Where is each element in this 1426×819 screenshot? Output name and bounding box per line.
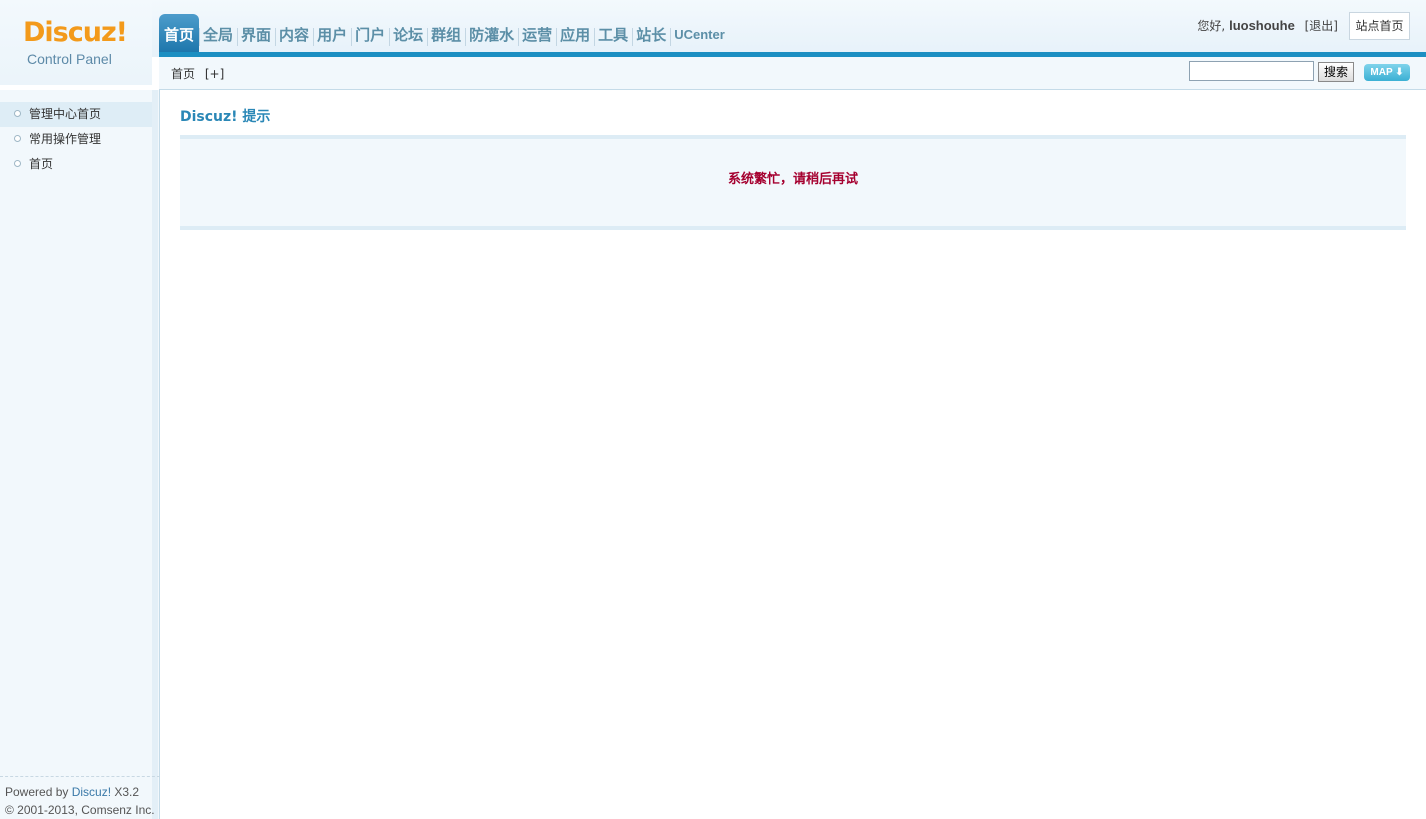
- nav-home[interactable]: 首页: [159, 14, 200, 52]
- add-shortcut-button[interactable]: [+]: [205, 67, 224, 81]
- discuz-link[interactable]: Discuz!: [72, 785, 111, 799]
- nav-content[interactable]: 内容: [275, 14, 313, 52]
- logo-wordmark: Discuz!: [23, 17, 128, 48]
- sidebar-item-label: 常用操作管理: [29, 132, 102, 146]
- page-title: Discuz! 提示: [180, 109, 271, 125]
- breadcrumb: 首页 [+]: [171, 66, 224, 82]
- nav-interface[interactable]: 界面: [237, 14, 275, 52]
- breadcrumb-home[interactable]: 首页: [171, 67, 195, 81]
- nav-webmaster[interactable]: 站长: [632, 14, 670, 52]
- sub-bar: 首页 [+] 搜索 MAP ⬇: [159, 57, 1426, 90]
- sidebar-item-shortcuts[interactable]: 常用操作管理: [0, 127, 152, 152]
- nav-portal[interactable]: 门户: [351, 14, 389, 52]
- copyright: © 2001-2013, Comsenz Inc.: [5, 803, 155, 817]
- version: X3.2: [111, 785, 140, 799]
- nav-users[interactable]: 用户: [313, 14, 351, 52]
- bullet-icon: [14, 160, 21, 167]
- sidebar-menu: 管理中心首页 常用操作管理 首页: [0, 102, 152, 177]
- site-home-button[interactable]: 站点首页: [1349, 12, 1410, 40]
- sidebar-item-admin-home[interactable]: 管理中心首页: [0, 102, 152, 127]
- sidebar-item-label: 首页: [29, 157, 54, 171]
- powered-prefix: Powered by: [5, 785, 72, 799]
- nav-global[interactable]: 全局: [199, 14, 237, 52]
- error-message: 系统繁忙，请稍后再试: [727, 172, 858, 187]
- user-bar: 您好, luoshouhe [退出]: [1197, 17, 1338, 35]
- logo[interactable]: Discuz! Control Panel: [0, 0, 152, 85]
- sidebar-edge: [152, 90, 158, 819]
- nav-tools[interactable]: 工具: [594, 14, 632, 52]
- nav-operations[interactable]: 运营: [518, 14, 556, 52]
- search-input[interactable]: [1189, 61, 1314, 81]
- search-button[interactable]: 搜索: [1318, 62, 1354, 82]
- logo-subtitle: Control Panel: [27, 51, 112, 67]
- nav-antispam[interactable]: 防灌水: [465, 14, 518, 52]
- bullet-icon: [14, 135, 21, 142]
- nav-apps[interactable]: 应用: [556, 14, 594, 52]
- greeting: 您好,: [1197, 19, 1226, 33]
- sidebar-item-label: 管理中心首页: [29, 107, 102, 121]
- nav-groups[interactable]: 群组: [427, 14, 465, 52]
- sidebar: 管理中心首页 常用操作管理 首页: [0, 90, 160, 819]
- bullet-icon: [14, 110, 21, 117]
- powered-by: Powered by Discuz! X3.2: [5, 783, 160, 801]
- nav-forum[interactable]: 论坛: [389, 14, 427, 52]
- logout-link[interactable]: [退出]: [1305, 19, 1338, 33]
- footer: Powered by Discuz! X3.2 © 2001-2013, Com…: [0, 776, 160, 819]
- top-nav: 首页 全局 界面 内容 用户 门户 论坛 群组 防灌水 运营 应用 工具 站长 …: [159, 14, 729, 52]
- username: luoshouhe: [1229, 18, 1295, 33]
- notice-box: 系统繁忙，请稍后再试: [180, 135, 1406, 230]
- nav-ucenter[interactable]: UCenter: [670, 14, 729, 52]
- sidebar-item-home[interactable]: 首页: [0, 152, 152, 177]
- map-button[interactable]: MAP ⬇: [1364, 64, 1410, 81]
